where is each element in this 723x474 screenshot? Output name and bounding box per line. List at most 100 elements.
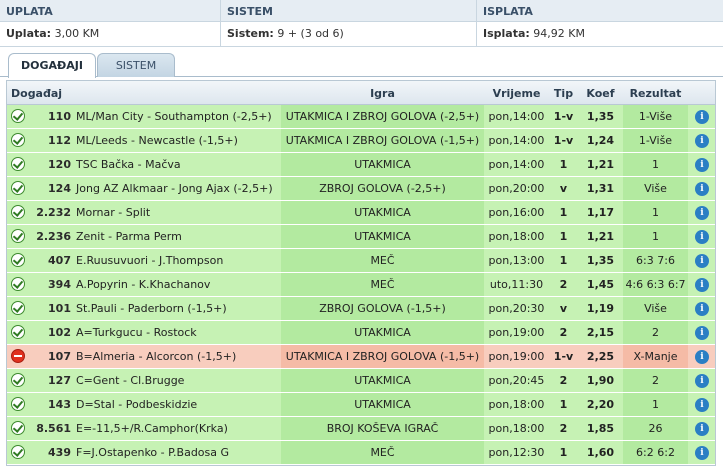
table-row[interactable]: 102 A=Turkgucu - Rostock UTAKMICA pon,19:00… (7, 321, 715, 345)
info-icon[interactable]: i (695, 326, 709, 340)
info-icon[interactable]: i (695, 374, 709, 388)
bet-tip: 2 (559, 326, 568, 339)
table-row[interactable]: 394 A.Popyrin - K.Khachanov MEČ uto,11:30 2 1… (7, 273, 715, 297)
info-icon[interactable]: i (695, 278, 709, 292)
info-icon[interactable]: i (695, 110, 709, 124)
table-row[interactable]: 107 B=Almeria - Alcorcon (-1,5+) UTAKMICA … (7, 345, 715, 369)
header-dogadaj: Događaj (11, 87, 63, 100)
bet-tip: 1 (559, 230, 568, 243)
info-cell: i (688, 249, 715, 272)
table-row[interactable]: 101 St.Pauli - Paderborn (-1,5+) ZBROJ GOL… (7, 297, 715, 321)
event-code: 8.561 (36, 422, 71, 435)
header-tip: Tip (553, 87, 574, 100)
summary-isplata: ISPLATA Isplata: 94,92 KM (477, 0, 723, 46)
check-circle-icon (11, 373, 25, 387)
table-row[interactable]: 127 C=Gent - Cl.Brugge UTAKMICA pon,20:45 2 1… (7, 369, 715, 393)
table-row[interactable]: 439 F=J.Ostapenko - P.Badosa G MEČ pon,12:3… (7, 441, 715, 465)
info-cell: i (688, 105, 715, 128)
event-code: 124 (48, 182, 71, 195)
status-cell (7, 393, 31, 416)
info-icon[interactable]: i (695, 446, 709, 460)
result: 1 (623, 393, 688, 416)
bet-tip: 1 (559, 158, 568, 171)
uplata-title: UPLATA (0, 0, 220, 22)
result: X-Manje (623, 345, 688, 368)
bet-tip: v (559, 302, 568, 315)
result: 1-Više (623, 105, 688, 128)
info-icon[interactable]: i (695, 302, 709, 316)
info-icon[interactable]: i (695, 254, 709, 268)
info-icon[interactable]: i (695, 422, 709, 436)
event-time: pon,13:00 (488, 254, 545, 267)
event-code: 2.236 (36, 230, 71, 243)
result: 6:2 6:2 (623, 441, 688, 464)
bet-tip: 2 (559, 422, 568, 435)
result: Više (623, 177, 688, 200)
status-cell (7, 417, 31, 440)
check-circle-icon (11, 397, 25, 411)
info-cell: i (688, 441, 715, 464)
result: 4:6 6:3 6:7 (623, 273, 688, 296)
info-icon[interactable]: i (695, 158, 709, 172)
bet-tip: v (559, 182, 568, 195)
info-icon[interactable]: i (695, 350, 709, 364)
info-cell: i (688, 225, 715, 248)
event-code: 107 (48, 350, 71, 363)
events-table: Događaj Igra Vrijeme Tip Koef Rezultat 1… (6, 80, 716, 466)
event-time: pon,18:00 (488, 230, 545, 243)
event-name: TSC Bačka - Mačva (76, 158, 181, 171)
tab-dogadaji[interactable]: DOGAĐAJI (8, 53, 96, 78)
event-time: pon,20:30 (488, 302, 545, 315)
table-row[interactable]: 124 Jong AZ Alkmaar - Jong Ajax (-2,5+) ZB… (7, 177, 715, 201)
info-icon[interactable]: i (695, 206, 709, 220)
table-row[interactable]: 112 ML/Leeds - Newcastle (-1,5+) UTAKMICA … (7, 129, 715, 153)
table-row[interactable]: 8.561 E=-11,5+/R.Camphor(Krka) BROJ KOŠEVA… (7, 417, 715, 441)
event-code: 407 (48, 254, 71, 267)
event-name: F=J.Ostapenko - P.Badosa G (76, 446, 230, 459)
event-time: pon,12:30 (488, 446, 545, 459)
info-icon[interactable]: i (695, 398, 709, 412)
table-row[interactable]: 143 D=Stal - Podbeskidzie UTAKMICA pon,18:0… (7, 393, 715, 417)
result: 2 (623, 369, 688, 392)
bet-type: UTAKMICA (281, 201, 484, 224)
event-time: uto,11:30 (489, 278, 544, 291)
odds: 2,15 (586, 326, 615, 339)
info-cell: i (688, 345, 715, 368)
table-row[interactable]: 407 E.Ruusuvuori - J.Thompson MEČ pon,13:00… (7, 249, 715, 273)
odds: 1,45 (586, 278, 615, 291)
info-cell: i (688, 417, 715, 440)
info-cell: i (688, 201, 715, 224)
bet-type: ZBROJ GOLOVA (-1,5+) (281, 297, 484, 320)
bet-type: UTAKMICA I ZBROJ GOLOVA (-1,5+) (281, 345, 484, 368)
odds: 1,85 (586, 422, 615, 435)
isplata-label: Isplata: (483, 27, 530, 40)
event-code: 120 (48, 158, 71, 171)
header-info-spacer (688, 81, 715, 104)
bet-tip: 1-v (553, 350, 574, 363)
info-icon[interactable]: i (695, 230, 709, 244)
odds: 2,25 (586, 350, 615, 363)
table-row[interactable]: 2.232 Mornar - Split UTAKMICA pon,16:00 1 1,1… (7, 201, 715, 225)
sistem-value: 9 + (3 od 6) (277, 27, 344, 40)
table-row[interactable]: 120 TSC Bačka - Mačva UTAKMICA pon,14:00 1 1,… (7, 153, 715, 177)
bet-type: MEČ (281, 441, 484, 464)
odds: 1,21 (586, 230, 615, 243)
status-cell (7, 177, 31, 200)
isplata-title: ISPLATA (477, 0, 723, 22)
bet-type: UTAKMICA I ZBROJ GOLOVA (-2,5+) (281, 105, 484, 128)
table-row[interactable]: 2.236 Zenit - Parma Perm UTAKMICA pon,18:00… (7, 225, 715, 249)
event-time: pon,14:00 (488, 134, 545, 147)
tab-sistem[interactable]: SISTEM (97, 53, 175, 77)
check-circle-icon (11, 421, 25, 435)
info-icon[interactable]: i (695, 182, 709, 196)
event-name: D=Stal - Podbeskidzie (76, 398, 198, 411)
odds: 1,60 (586, 446, 615, 459)
event-name: ML/Leeds - Newcastle (-1,5+) (76, 134, 238, 147)
info-icon[interactable]: i (695, 134, 709, 148)
check-circle-icon (11, 253, 25, 267)
event-time: pon,19:00 (488, 326, 545, 339)
table-row[interactable]: 110 ML/Man City - Southampton (-2,5+) UTAK… (7, 105, 715, 129)
check-circle-icon (11, 133, 25, 147)
sistem-value-line: Sistem: 9 + (3 od 6) (221, 22, 476, 46)
uplata-value: 3,00 KM (54, 27, 100, 40)
